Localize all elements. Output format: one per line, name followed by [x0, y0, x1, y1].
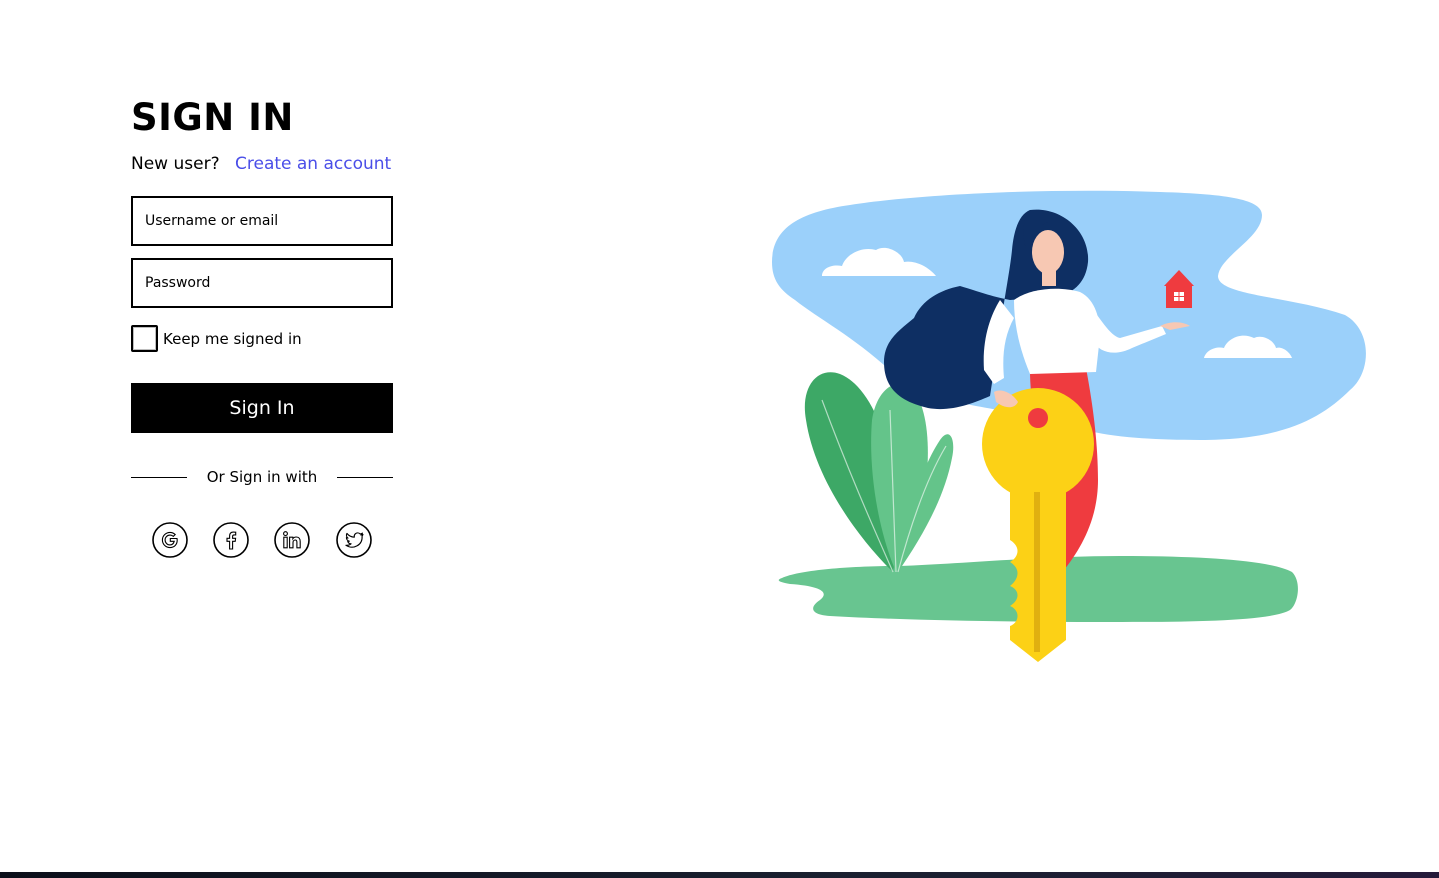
new-user-row: New user? Create an account	[131, 154, 391, 174]
keep-signed-in-label: Keep me signed in	[163, 330, 302, 348]
linkedin-icon	[274, 522, 310, 558]
new-user-text: New user?	[131, 154, 220, 174]
twitter-signin-button[interactable]	[336, 522, 372, 558]
twitter-icon	[336, 522, 372, 558]
signin-illustration	[772, 190, 1366, 662]
face	[1032, 230, 1064, 274]
page-title: SIGN IN	[131, 96, 294, 139]
google-signin-button[interactable]	[152, 522, 188, 558]
facebook-icon	[213, 522, 249, 558]
or-sign-in-divider: Or Sign in with	[131, 466, 393, 488]
taskbar-strip	[0, 872, 1439, 878]
keep-signed-in-checkbox[interactable]	[131, 325, 158, 352]
create-account-link[interactable]: Create an account	[235, 154, 391, 174]
linkedin-signin-button[interactable]	[274, 522, 310, 558]
divider-line-right	[337, 477, 393, 478]
sign-in-button[interactable]: Sign In	[131, 383, 393, 433]
username-input[interactable]	[131, 196, 393, 246]
password-input[interactable]	[131, 258, 393, 308]
facebook-signin-button[interactable]	[213, 522, 249, 558]
google-icon	[152, 522, 188, 558]
